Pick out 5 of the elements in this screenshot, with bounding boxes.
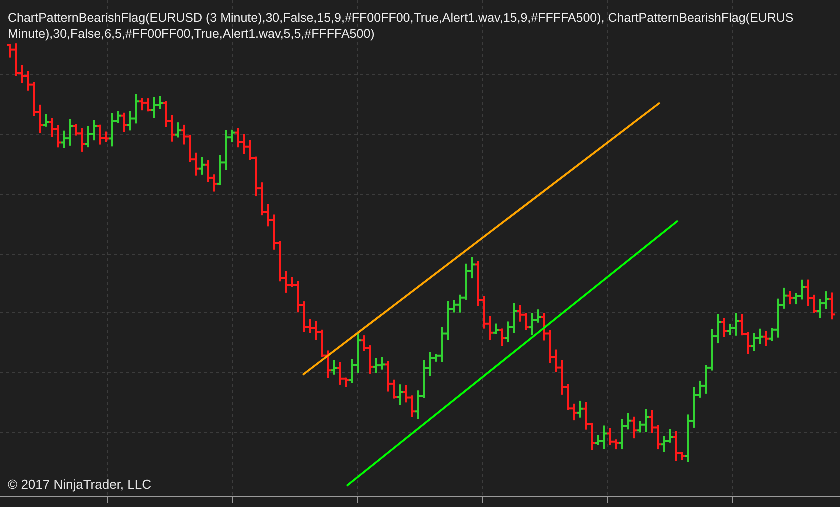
- indicator-label: Minute),30,False,6,5,#FF00FF00,True,Alert1.wav,5,5,#FFFFA500): [8, 26, 375, 42]
- upper-trend-line[interactable]: [302, 102, 661, 376]
- indicator-label: ChartPatternBearishFlag(EURUSD (3 Minute),30,False,15,9,#FF00FF00,True,Alert1.wav,15,9,#FFFFA500), ChartPatternBearishFlag(EURUS: [8, 10, 794, 26]
- copyright-text: © 2017 NinjaTrader, LLC: [8, 477, 152, 492]
- lower-trend-line[interactable]: [346, 220, 679, 487]
